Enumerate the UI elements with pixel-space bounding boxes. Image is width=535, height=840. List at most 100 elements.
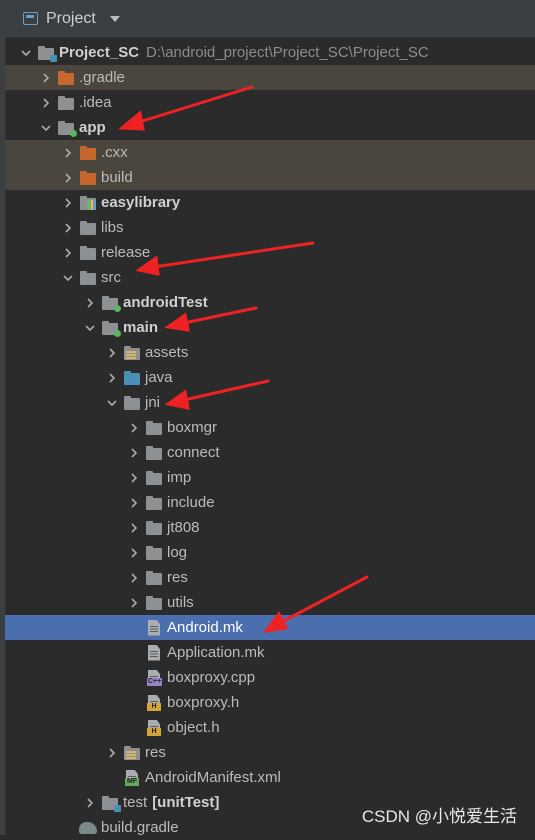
tree-node-label: androidTest	[123, 294, 208, 311]
chevron-right-icon[interactable]	[35, 90, 57, 115]
text-file-icon	[145, 644, 163, 661]
project-path-label: D:\android_project\Project_SC\Project_SC	[146, 44, 429, 61]
tree-node-imp[interactable]: imp	[5, 465, 535, 490]
tree-node-connect[interactable]: connect	[5, 440, 535, 465]
tree-node-main[interactable]: main	[5, 315, 535, 340]
tree-node-label: include	[167, 494, 215, 511]
folder-icon	[123, 395, 141, 411]
chevron-right-icon[interactable]	[57, 140, 79, 165]
source-set-tag: [unitTest]	[152, 794, 220, 811]
source-set-folder-icon	[101, 295, 121, 312]
chevron-right-icon[interactable]	[35, 65, 57, 90]
tree-node-boxproxy-h[interactable]: H boxproxy.h	[5, 690, 535, 715]
folder-icon	[145, 595, 163, 611]
header-file-icon: H	[145, 694, 163, 711]
chevron-right-icon[interactable]	[123, 590, 145, 615]
tree-node-boxproxy-cpp[interactable]: C++ boxproxy.cpp	[5, 665, 535, 690]
tree-node-label: app	[79, 119, 106, 136]
chevron-right-icon[interactable]	[123, 440, 145, 465]
tree-node-label: test	[123, 794, 148, 811]
tree-node-include[interactable]: include	[5, 490, 535, 515]
tree-node-androidtest[interactable]: androidTest	[5, 290, 535, 315]
tree-node-cxx[interactable]: .cxx	[5, 140, 535, 165]
chevron-down-icon[interactable]	[15, 40, 37, 65]
chevron-right-icon[interactable]	[101, 740, 123, 765]
folder-icon	[145, 445, 163, 461]
tree-node-label: AndroidManifest.xml	[145, 769, 281, 786]
tree-node-android-manifest[interactable]: MF AndroidManifest.xml	[5, 765, 535, 790]
project-panel-header[interactable]: Project	[5, 0, 535, 38]
chevron-right-icon[interactable]	[101, 340, 123, 365]
tree-node-label: Application.mk	[167, 644, 265, 661]
tree-node-label: imp	[167, 469, 192, 486]
tree-node-label: build	[101, 169, 133, 186]
tree-node-label: connect	[167, 444, 220, 461]
tree-node-idea[interactable]: .idea	[5, 90, 535, 115]
tree-node-android-mk[interactable]: Android.mk	[5, 615, 535, 640]
module-folder-icon	[37, 45, 57, 62]
tree-node-libs[interactable]: libs	[5, 215, 535, 240]
chevron-right-icon[interactable]	[79, 790, 101, 815]
tree-node-label: object.h	[167, 719, 220, 736]
tree-node-assets[interactable]: assets	[5, 340, 535, 365]
excluded-folder-icon	[79, 170, 97, 186]
chevron-right-icon[interactable]	[57, 165, 79, 190]
tree-node-boxmgr[interactable]: boxmgr	[5, 415, 535, 440]
chevron-down-icon[interactable]	[101, 390, 123, 415]
cpp-file-icon: C++	[145, 669, 163, 686]
manifest-file-icon: MF	[123, 769, 141, 786]
project-window-icon	[23, 12, 38, 25]
folder-icon	[145, 420, 163, 436]
tree-node-jni[interactable]: jni	[5, 390, 535, 415]
chevron-right-icon[interactable]	[123, 540, 145, 565]
tree-node-jt808[interactable]: jt808	[5, 515, 535, 540]
tree-node-build[interactable]: build	[5, 165, 535, 190]
tree-node-object-h[interactable]: H object.h	[5, 715, 535, 740]
tree-node-label: boxproxy.cpp	[167, 669, 256, 686]
tree-node-res-jni[interactable]: res	[5, 565, 535, 590]
tree-node-gradle-dir[interactable]: .gradle	[5, 65, 535, 90]
chevron-right-icon[interactable]	[57, 240, 79, 265]
chevron-right-icon[interactable]	[57, 190, 79, 215]
tree-node-project-sc[interactable]: Project_SC D:\android_project\Project_SC…	[5, 40, 535, 65]
chevron-down-icon[interactable]	[35, 115, 57, 140]
header-file-icon: H	[145, 719, 163, 736]
tree-node-src[interactable]: src	[5, 265, 535, 290]
tree-node-utils[interactable]: utils	[5, 590, 535, 615]
folder-icon	[79, 245, 97, 261]
chevron-right-icon[interactable]	[123, 465, 145, 490]
chevron-right-icon[interactable]	[123, 565, 145, 590]
tree-node-label: utils	[167, 594, 194, 611]
tree-node-label: java	[145, 369, 173, 386]
view-dropdown-icon[interactable]	[109, 15, 120, 22]
tree-node-application-mk[interactable]: Application.mk	[5, 640, 535, 665]
resources-folder-icon	[123, 345, 141, 361]
source-set-folder-icon	[101, 320, 121, 337]
tree-node-label: res	[145, 744, 166, 761]
chevron-down-icon[interactable]	[79, 315, 101, 340]
tree-node-res-main[interactable]: res	[5, 740, 535, 765]
folder-icon	[145, 495, 163, 511]
chevron-right-icon[interactable]	[101, 365, 123, 390]
chevron-down-icon[interactable]	[57, 265, 79, 290]
folder-icon	[57, 95, 75, 111]
excluded-folder-icon	[57, 70, 75, 86]
chevron-right-icon[interactable]	[123, 515, 145, 540]
folder-icon	[79, 270, 97, 286]
chevron-right-icon[interactable]	[79, 290, 101, 315]
tree-node-label: .cxx	[101, 144, 128, 161]
tree-node-java[interactable]: java	[5, 365, 535, 390]
chevron-right-icon[interactable]	[123, 490, 145, 515]
tree-node-label: Project_SC	[59, 44, 140, 61]
tree-node-log[interactable]: log	[5, 540, 535, 565]
tree-node-release[interactable]: release	[5, 240, 535, 265]
chevron-right-icon[interactable]	[123, 415, 145, 440]
excluded-folder-icon	[79, 145, 97, 161]
folder-icon	[145, 570, 163, 586]
folder-icon	[145, 520, 163, 536]
tree-node-label: .idea	[79, 94, 112, 111]
tree-node-label: jt808	[167, 519, 200, 536]
tree-node-easylibrary[interactable]: easylibrary	[5, 190, 535, 215]
chevron-right-icon[interactable]	[57, 215, 79, 240]
tree-node-app[interactable]: app	[5, 115, 535, 140]
